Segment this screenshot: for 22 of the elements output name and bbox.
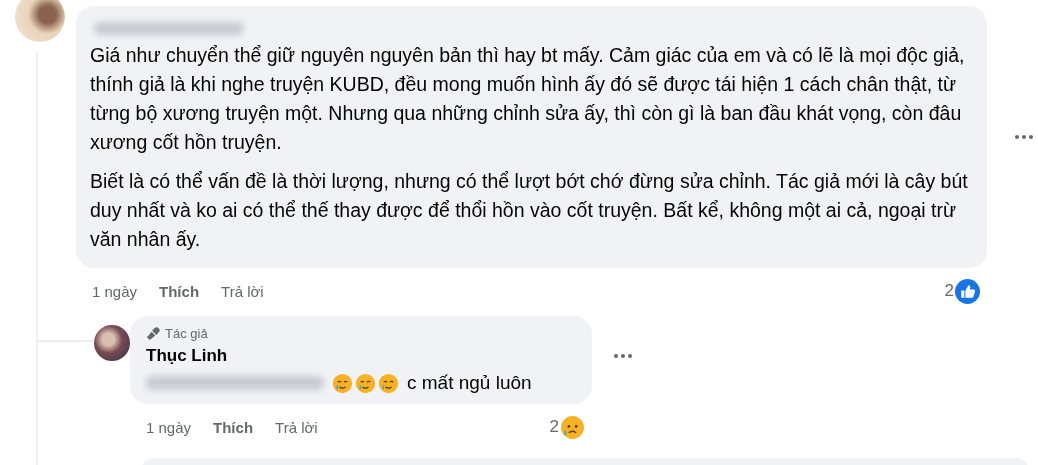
thumbs-up-icon [955,278,980,304]
comment-text: Giá như chuyển thể giữ nguyên nguyên bản thì hay bt mấy. Cảm giác của em và có lẽ là mọi độc giả, thính giả là khi nghe truyện KUBD, đều mong muốn hình ấy đó sẽ được tái hiện 1 cách chân thật, từ từng bộ xương truyện một. Nhưng qua những chỉnh sửa ấy, thì còn gì là ban đầu khát vọng, còn đâu xương cốt hồn truyện. [90,43,966,155]
avatar[interactable] [15,0,65,42]
sad-face-icon [560,414,585,440]
author-label: Tác giả [165,326,208,341]
comment-text: Biết là có thể vấn đề là thời lượng, nhưng có thể lượt bớt chớ đừng sửa chỉnh. Tác giả mới là cây bút duy nhất và ko ai có thể thế thay được để thổi hồn vào cốt truyện. Bất kể, không một ai cả, ngoại trừ văn nhân ấy. [90,169,969,252]
author-name[interactable]: Thục Linh [146,346,576,366]
avatar[interactable] [94,325,130,361]
reaction-count[interactable]: 2 [549,417,559,437]
reply-link[interactable]: Trả lời [275,418,318,436]
comment-time[interactable]: 1 ngày [92,282,138,300]
teary-smile-icon [355,372,376,394]
like-link[interactable]: Thích [213,418,254,436]
more-options-icon[interactable] [614,354,632,358]
reply-text: c mất ngủ luôn [407,372,532,394]
like-link[interactable]: Thích [159,282,200,300]
reaction-count[interactable]: 2 [944,281,954,301]
teary-smile-icon [332,372,353,394]
reply-link[interactable]: Trả lời [221,282,264,300]
reply-time[interactable]: 1 ngày [146,418,192,436]
teary-smile-icon [378,372,399,394]
microphone-icon [146,326,161,341]
